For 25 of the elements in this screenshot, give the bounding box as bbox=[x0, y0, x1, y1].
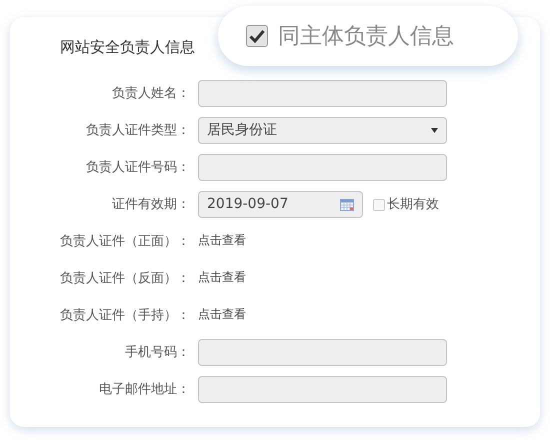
input-field[interactable] bbox=[198, 154, 447, 181]
field-label: 负责人证件类型： bbox=[85, 122, 190, 140]
view-link[interactable]: 点击查看 bbox=[198, 268, 246, 286]
checkbox[interactable] bbox=[246, 25, 268, 47]
select-field[interactable]: 居民身份证 bbox=[198, 117, 447, 144]
checkbox-label: 同主体负责人信息 bbox=[278, 22, 454, 50]
input-field[interactable] bbox=[198, 339, 447, 366]
section-title: 网站安全负责人信息 bbox=[60, 37, 195, 57]
field-label: 负责人证件（手持）： bbox=[59, 306, 190, 325]
field-label: 负责人证件号码： bbox=[85, 158, 190, 177]
checkbox[interactable] bbox=[373, 198, 385, 210]
view-link[interactable]: 点击查看 bbox=[198, 305, 246, 323]
field-label: 电子邮件地址： bbox=[98, 380, 190, 399]
calendar-icon[interactable] bbox=[340, 198, 354, 210]
input-field[interactable] bbox=[198, 376, 447, 403]
input-field[interactable] bbox=[198, 80, 447, 107]
field-label: 证件有效期： bbox=[111, 196, 190, 214]
field-label: 手机号码： bbox=[124, 344, 190, 362]
field-label: 负责人姓名： bbox=[111, 84, 190, 103]
caret-icon bbox=[431, 128, 438, 133]
field-label: 负责人证件（反面）： bbox=[59, 270, 190, 288]
field-label: 负责人证件（正面）： bbox=[59, 232, 190, 251]
view-link[interactable]: 点击查看 bbox=[198, 231, 246, 249]
checkbox-label: 长期有效 bbox=[387, 196, 439, 214]
date-field[interactable]: 2019-09-07 bbox=[198, 191, 363, 218]
